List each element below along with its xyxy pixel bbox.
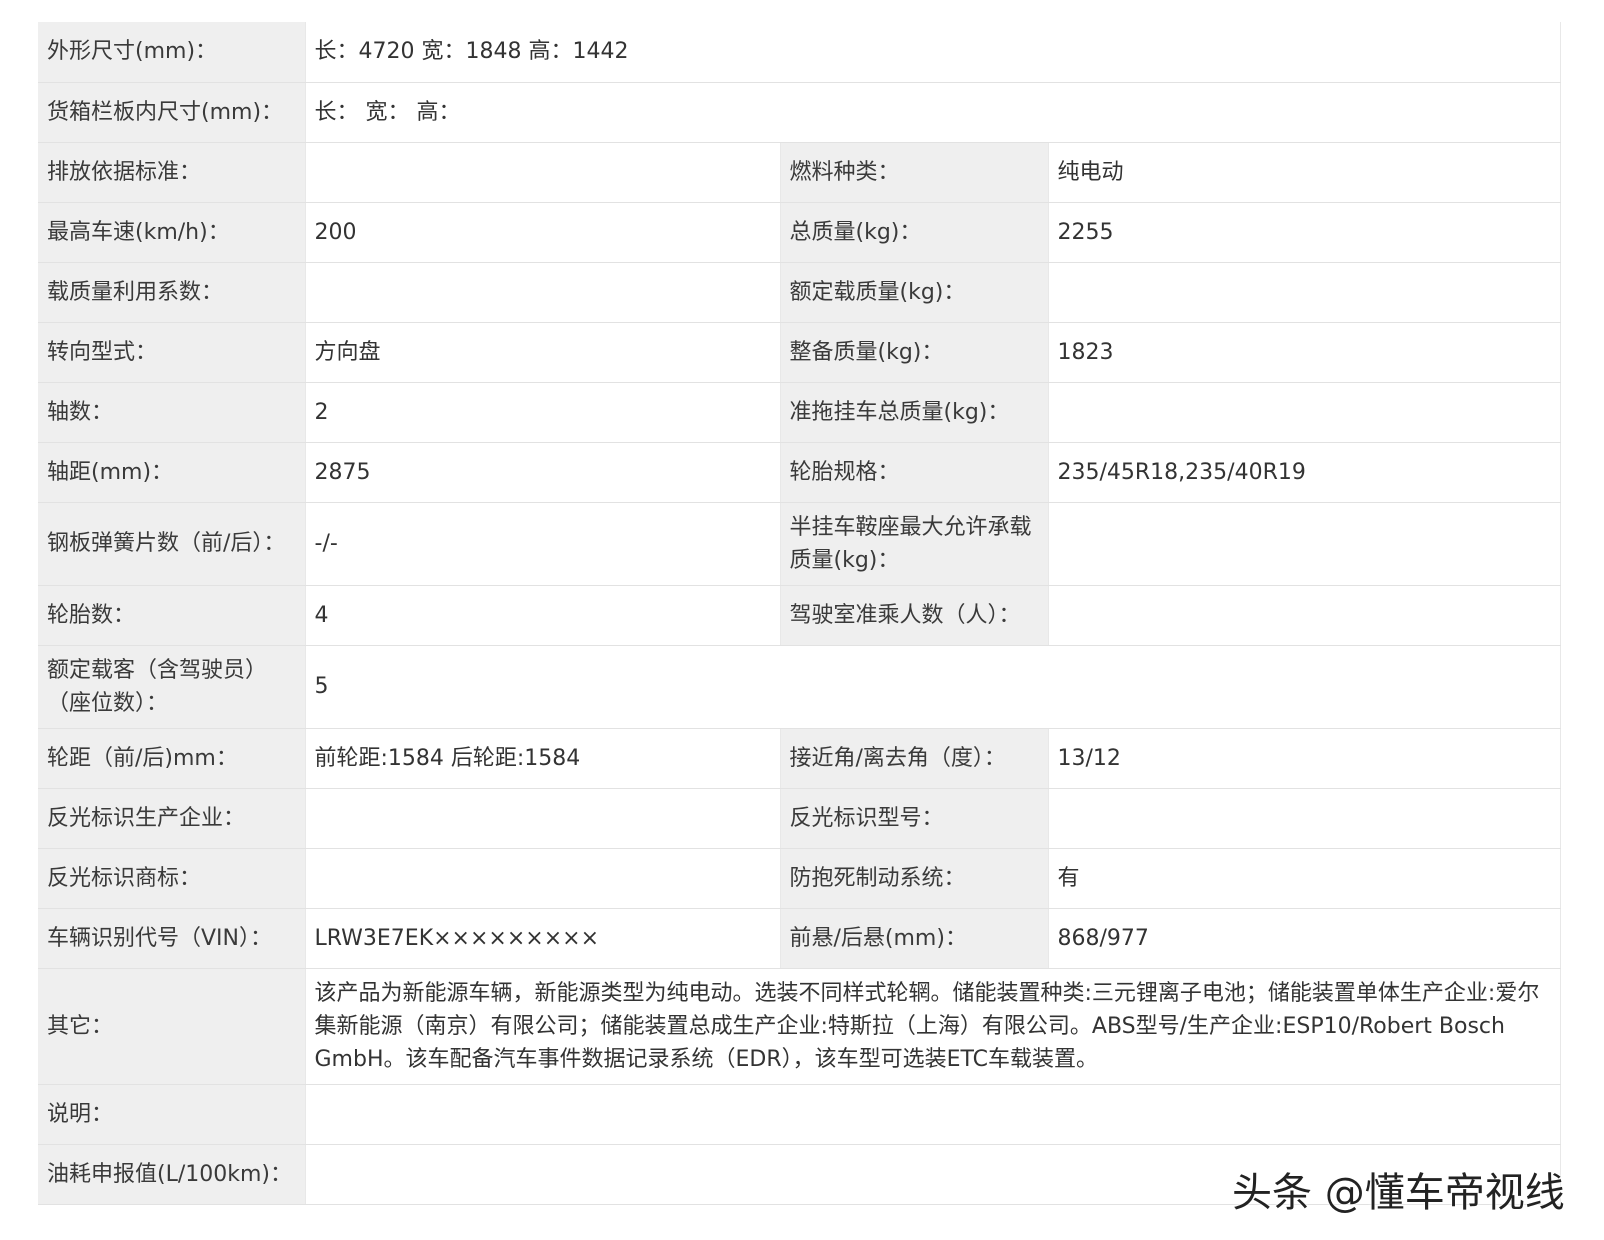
row-value-2: 868/977	[1048, 908, 1561, 969]
row-label: 外形尺寸(mm)：	[38, 22, 306, 83]
row-value-2: 13/12	[1048, 728, 1561, 789]
row-label: 反光标识生产企业：	[38, 788, 306, 849]
row-label: 最高车速(km/h)：	[38, 202, 306, 263]
table-row: 货箱栏板内尺寸(mm)： 长： 宽： 高：	[38, 82, 1561, 143]
row-value: 2875	[305, 442, 781, 503]
table-row: 反光标识商标： 防抱死制动系统： 有	[38, 848, 1561, 909]
row-value: 长： 宽： 高：	[305, 82, 1561, 143]
row-label: 轴距(mm)：	[38, 442, 306, 503]
row-label-2: 准拖挂车总质量(kg)：	[780, 382, 1049, 443]
row-value-2	[1048, 382, 1561, 443]
row-value: 4	[305, 585, 781, 646]
row-value	[305, 848, 781, 909]
table-row: 额定载客（含驾驶员）（座位数）： 5	[38, 645, 1561, 729]
row-label: 额定载客（含驾驶员）（座位数）：	[38, 645, 306, 729]
row-label: 排放依据标准：	[38, 142, 306, 203]
row-label-2: 轮胎规格：	[780, 442, 1049, 503]
table-row: 说明：	[38, 1084, 1561, 1145]
row-value: -/-	[305, 502, 781, 586]
row-label-2: 额定载质量(kg)：	[780, 262, 1049, 323]
table-row: 最高车速(km/h)： 200 总质量(kg)： 2255	[38, 202, 1561, 263]
row-value: 长：4720 宽：1848 高：1442	[305, 22, 1561, 83]
row-label-2: 驾驶室准乘人数（人）：	[780, 585, 1049, 646]
row-value-2	[1048, 502, 1561, 586]
row-label: 反光标识商标：	[38, 848, 306, 909]
row-value-2: 有	[1048, 848, 1561, 909]
row-value-2: 1823	[1048, 322, 1561, 383]
row-label: 说明：	[38, 1084, 306, 1145]
row-label-2: 燃料种类：	[780, 142, 1049, 203]
row-value: 方向盘	[305, 322, 781, 383]
row-value-2	[1048, 262, 1561, 323]
row-value-2	[1048, 788, 1561, 849]
row-label-2: 反光标识型号：	[780, 788, 1049, 849]
row-label: 转向型式：	[38, 322, 306, 383]
row-value-2	[1048, 585, 1561, 646]
row-value: LRW3E7EK×××××××××	[305, 908, 781, 969]
row-label: 油耗申报值(L/100km)：	[38, 1144, 306, 1205]
table-row: 轴距(mm)： 2875 轮胎规格： 235/45R18,235/40R19	[38, 442, 1561, 503]
table-row: 排放依据标准： 燃料种类： 纯电动	[38, 142, 1561, 203]
row-value	[305, 1084, 1561, 1145]
table-row: 转向型式： 方向盘 整备质量(kg)： 1823	[38, 322, 1561, 383]
row-value: 5	[305, 645, 1561, 729]
row-label-2: 前悬/后悬(mm)：	[780, 908, 1049, 969]
row-value: 2	[305, 382, 781, 443]
row-label-2: 整备质量(kg)：	[780, 322, 1049, 383]
row-label: 车辆识别代号（VIN）：	[38, 908, 306, 969]
row-value	[305, 788, 781, 849]
table-row: 外形尺寸(mm)： 长：4720 宽：1848 高：1442	[38, 22, 1561, 83]
row-value: 前轮距:1584 后轮距:1584	[305, 728, 781, 789]
row-label-2: 总质量(kg)：	[780, 202, 1049, 263]
row-value-2: 纯电动	[1048, 142, 1561, 203]
row-label: 轴数：	[38, 382, 306, 443]
table-row: 反光标识生产企业： 反光标识型号：	[38, 788, 1561, 849]
table-row: 钢板弹簧片数（前/后）： -/- 半挂车鞍座最大允许承载质量(kg)：	[38, 502, 1561, 586]
row-value-2: 2255	[1048, 202, 1561, 263]
table-row: 轴数： 2 准拖挂车总质量(kg)：	[38, 382, 1561, 443]
row-label: 轮距（前/后)mm：	[38, 728, 306, 789]
row-label: 轮胎数：	[38, 585, 306, 646]
row-value	[305, 142, 781, 203]
spec-table: 外形尺寸(mm)： 长：4720 宽：1848 高：1442 货箱栏板内尺寸(m…	[38, 22, 1561, 1205]
row-value-2: 235/45R18,235/40R19	[1048, 442, 1561, 503]
row-label-2: 防抱死制动系统：	[780, 848, 1049, 909]
row-label: 货箱栏板内尺寸(mm)：	[38, 82, 306, 143]
row-value: 该产品为新能源车辆，新能源类型为纯电动。选装不同样式轮辋。储能装置种类:三元锂离…	[305, 968, 1561, 1085]
table-row: 其它： 该产品为新能源车辆，新能源类型为纯电动。选装不同样式轮辋。储能装置种类:…	[38, 968, 1561, 1085]
row-value: 200	[305, 202, 781, 263]
watermark: 头条 @懂车帝视线	[1232, 1170, 1565, 1216]
row-label: 其它：	[38, 968, 306, 1085]
table-row: 轮胎数： 4 驾驶室准乘人数（人）：	[38, 585, 1561, 646]
row-value	[305, 262, 781, 323]
row-label-2: 接近角/离去角（度）：	[780, 728, 1049, 789]
table-row: 载质量利用系数： 额定载质量(kg)：	[38, 262, 1561, 323]
row-label-2: 半挂车鞍座最大允许承载质量(kg)：	[780, 502, 1049, 586]
table-row: 车辆识别代号（VIN）： LRW3E7EK××××××××× 前悬/后悬(mm)…	[38, 908, 1561, 969]
table-row: 轮距（前/后)mm： 前轮距:1584 后轮距:1584 接近角/离去角（度）：…	[38, 728, 1561, 789]
row-label: 钢板弹簧片数（前/后）：	[38, 502, 306, 586]
row-label: 载质量利用系数：	[38, 262, 306, 323]
